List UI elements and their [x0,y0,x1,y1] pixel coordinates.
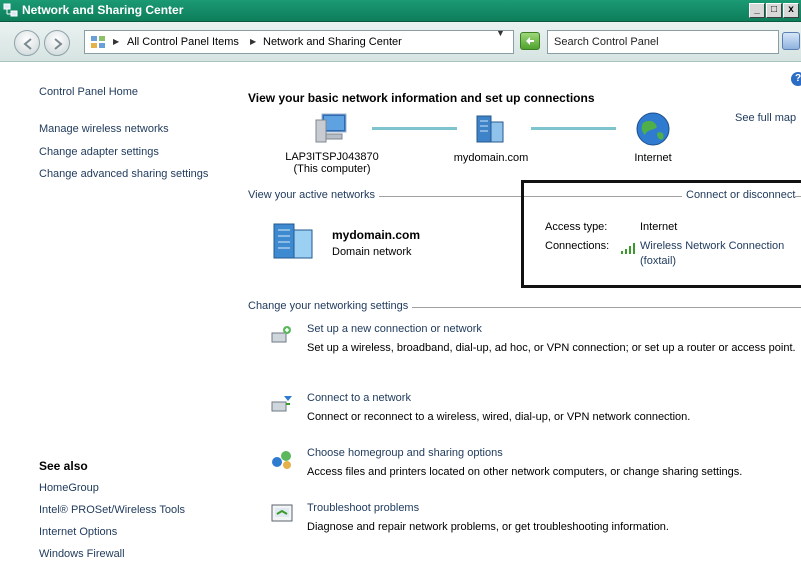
see-also-heading: See also [39,459,88,473]
homegroup-icon[interactable] [270,447,294,471]
control-panel-icon [91,36,105,48]
minimize-button[interactable]: _ [749,3,765,18]
internet-options-link[interactable]: Internet Options [39,526,117,538]
network-name: mydomain.com [332,228,421,242]
window-title: Network and Sharing Center [22,3,184,17]
breadcrumb[interactable]: ▶ All Control Panel Items ▶ Network and … [84,30,514,54]
computer-sub: (This computer) [293,163,371,175]
map-link-line [372,127,457,130]
crumb-separator-icon[interactable]: ▶ [250,37,256,46]
connect-network-desc: Connect or reconnect to a wireless, wire… [307,411,691,423]
computer-name: LAP3ITSPJ043870 [285,151,379,163]
see-full-map-link[interactable]: See full map [735,112,796,124]
refresh-icon [526,37,534,45]
address-dropdown-icon[interactable]: ▼ [496,28,505,38]
network-type-link[interactable]: Domain network [332,246,411,258]
globe-icon[interactable] [633,109,673,149]
new-connection-icon[interactable] [270,323,294,347]
access-type-label: Access type: [545,221,608,233]
title-bar[interactable]: Network and Sharing Center _ □ x [0,0,801,22]
maximize-button[interactable]: □ [766,3,782,18]
left-pane: Control Panel Home Manage wireless netwo… [0,63,235,580]
setup-connection-link[interactable]: Set up a new connection or network [307,323,482,335]
search-input[interactable]: Search Control Panel [547,30,779,54]
change-settings-label: Change your networking settings [248,300,413,312]
manage-wireless-networks-link[interactable]: Manage wireless networks [39,123,169,135]
refresh-button[interactable] [520,32,540,50]
address-bar: ▶ All Control Panel Items ▶ Network and … [0,22,801,62]
active-networks-label: View your active networks [248,189,379,201]
change-adapter-settings-link[interactable]: Change adapter settings [39,146,159,158]
computer-icon[interactable] [312,110,352,148]
troubleshoot-icon[interactable] [270,502,294,526]
internet-node-label: Internet [634,152,672,164]
homegroup-options-desc: Access files and printers located on oth… [307,466,743,478]
close-button[interactable]: x [783,3,799,18]
intel-proset-link[interactable]: Intel® PROSet/Wireless Tools [39,504,185,516]
domain-node-label: mydomain.com [453,152,529,164]
map-link-line [531,127,616,130]
forward-button[interactable] [44,30,70,56]
computer-node-label: LAP3ITSPJ043870 (This computer) [276,151,388,175]
homegroup-link[interactable]: HomeGroup [39,482,99,494]
homegroup-options-link[interactable]: Choose homegroup and sharing options [307,447,503,459]
connect-network-link[interactable]: Connect to a network [307,392,411,404]
wireless-connection-link[interactable]: Wireless Network Connection [640,240,784,252]
access-type-value: Internet [640,221,678,233]
wireless-signal-icon [621,243,635,254]
network-center-icon [3,3,18,17]
search-icon[interactable] [782,32,800,50]
crumb-network-and-sharing-center[interactable]: Network and Sharing Center [263,36,402,48]
page-title: View your basic network information and … [248,91,595,105]
help-icon[interactable]: ? [791,72,801,86]
wireless-connection-ssid[interactable]: (foxtail) [640,255,676,267]
change-advanced-sharing-link[interactable]: Change advanced sharing settings [39,168,208,180]
connections-label: Connections: [545,240,610,252]
troubleshoot-link[interactable]: Troubleshoot problems [307,502,419,514]
control-panel-home-link[interactable]: Control Panel Home [39,86,138,98]
connect-network-icon[interactable] [270,392,294,416]
connect-or-disconnect-link[interactable]: Connect or disconnect [682,189,796,201]
windows-firewall-link[interactable]: Windows Firewall [39,548,125,560]
back-arrow-icon [23,38,32,50]
setup-connection-desc: Set up a wireless, broadband, dial-up, a… [307,342,796,354]
back-button[interactable] [14,30,40,56]
forward-arrow-icon [54,38,63,50]
domain-server-icon[interactable] [471,110,511,148]
troubleshoot-desc: Diagnose and repair network problems, or… [307,521,669,533]
crumb-all-control-panel-items[interactable]: All Control Panel Items [127,36,239,48]
crumb-separator-icon[interactable]: ▶ [113,37,119,46]
domain-network-icon [273,223,313,259]
